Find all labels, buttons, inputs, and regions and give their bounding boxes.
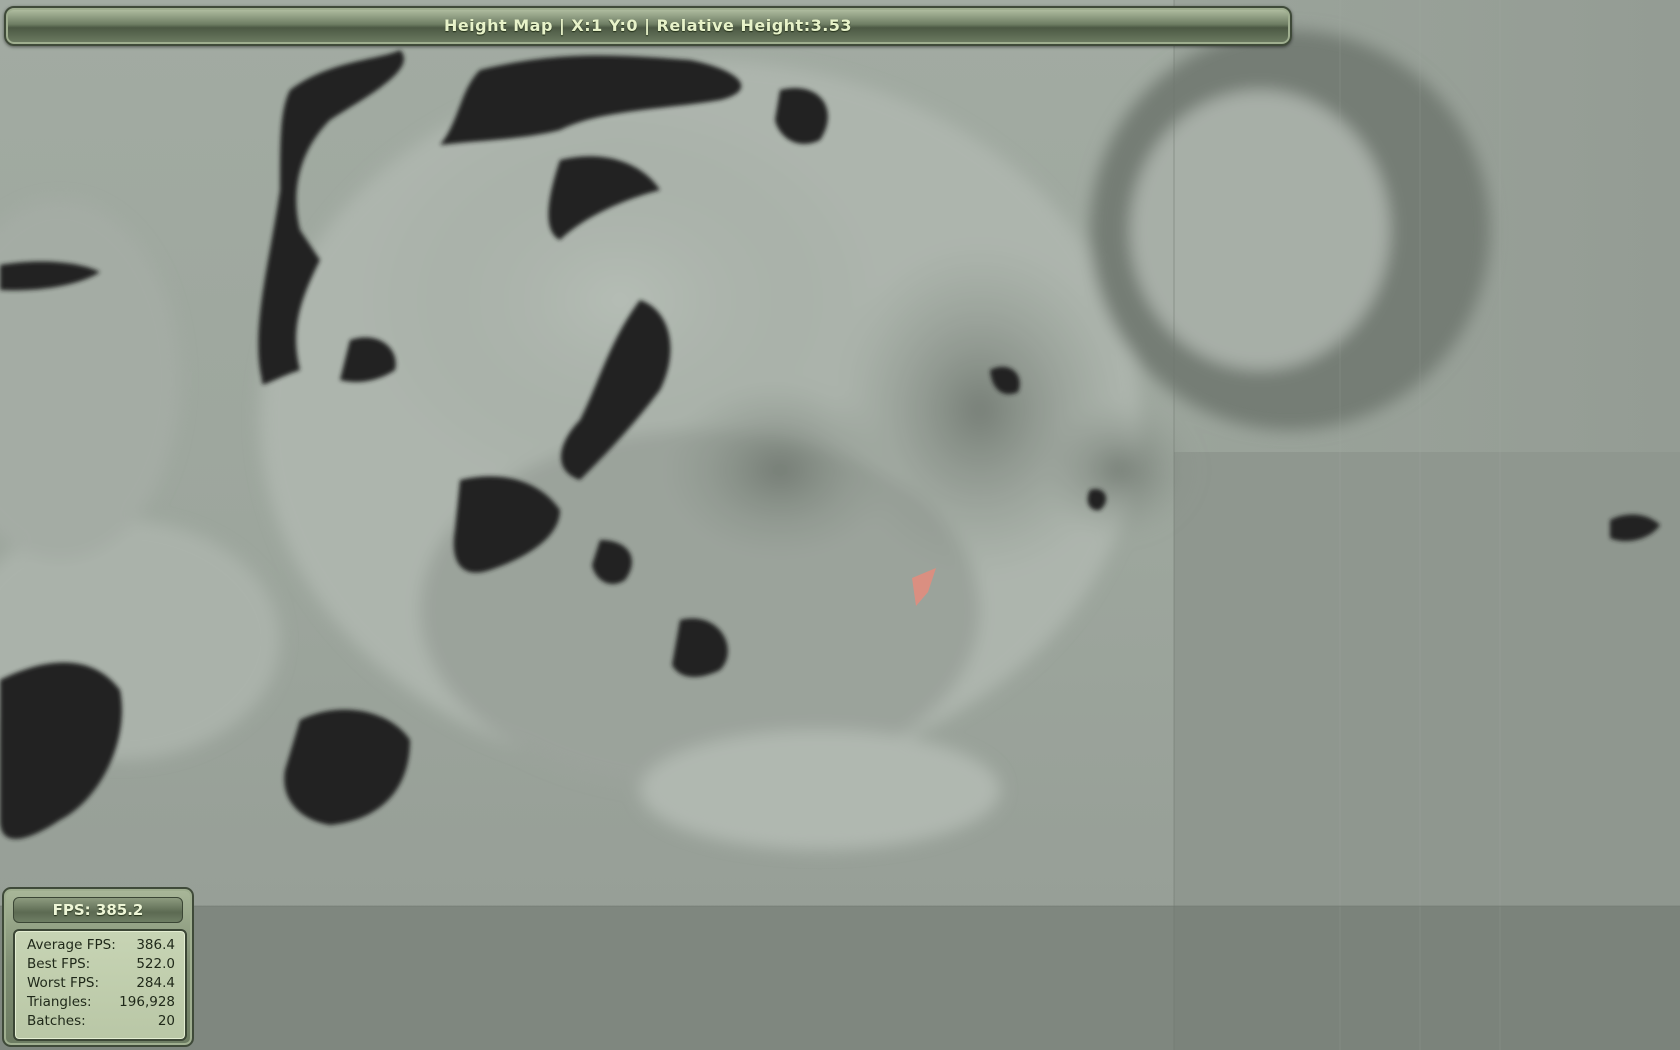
title-bar: Height Map | X:1 Y:0 | Relative Height:3… <box>4 6 1292 46</box>
3d-viewport[interactable] <box>0 0 1680 1050</box>
fps-panel: FPS: 385.2 Average FPS: 386.4 Best FPS: … <box>2 887 194 1047</box>
stat-row-batches: Batches: 20 <box>27 1012 175 1031</box>
stat-row-triangles: Triangles: 196,928 <box>27 993 175 1012</box>
stat-row-average-fps: Average FPS: 386.4 <box>27 936 175 955</box>
fps-header: FPS: 385.2 <box>13 897 183 923</box>
stat-label: Average FPS: <box>27 937 116 953</box>
stat-value: 196,928 <box>119 994 175 1010</box>
terrain-relief-svg <box>0 0 1680 1050</box>
window-title: Height Map | X:1 Y:0 | Relative Height:3… <box>443 16 853 35</box>
stat-row-best-fps: Best FPS: 522.0 <box>27 955 175 974</box>
stat-label: Best FPS: <box>27 956 91 972</box>
stat-label: Triangles: <box>27 994 92 1010</box>
stat-label: Batches: <box>27 1013 86 1029</box>
stat-value: 284.4 <box>136 975 175 991</box>
stat-value: 20 <box>157 1013 175 1029</box>
stat-value: 522.0 <box>136 956 175 972</box>
stat-label: Worst FPS: <box>27 975 100 991</box>
terrain-lumps <box>0 30 1490 850</box>
stat-value: 386.4 <box>136 937 175 953</box>
stat-row-worst-fps: Worst FPS: 284.4 <box>27 974 175 993</box>
fps-stats-box: Average FPS: 386.4 Best FPS: 522.0 Worst… <box>13 929 187 1041</box>
